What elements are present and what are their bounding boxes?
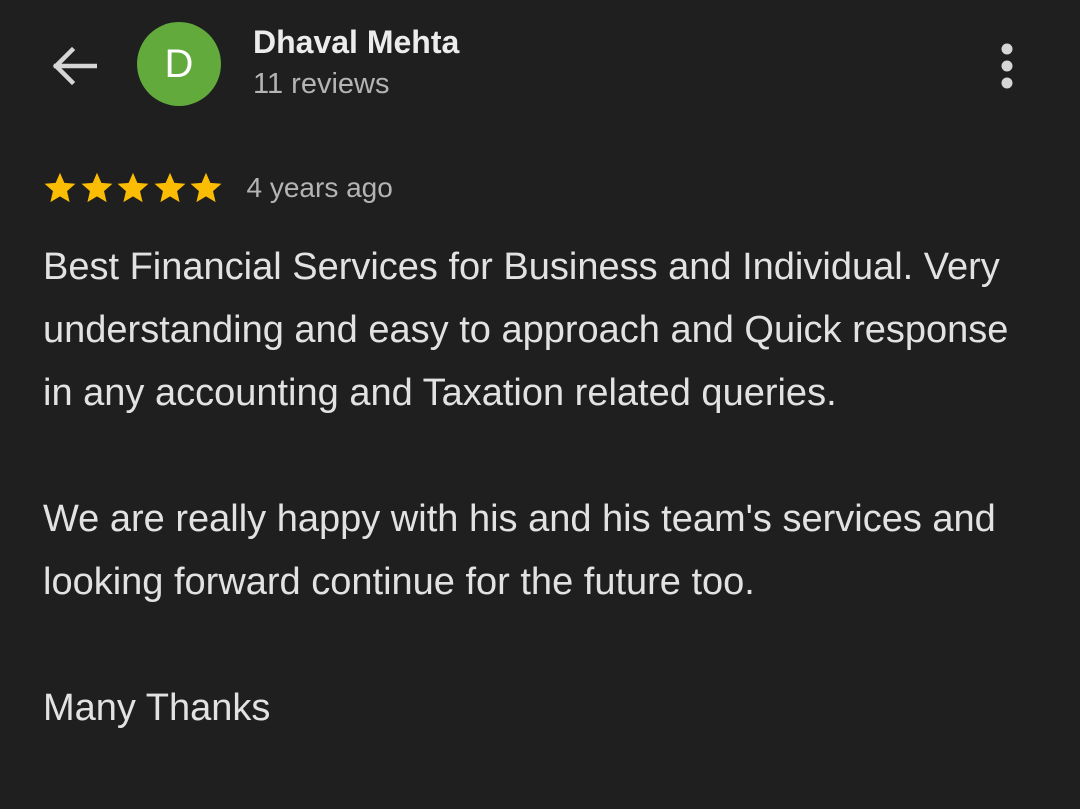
reviewer-name[interactable]: Dhaval Mehta <box>253 24 459 61</box>
star-rating <box>42 170 225 206</box>
more-vertical-icon <box>1001 43 1013 89</box>
review-paragraph: Many Thanks <box>43 687 271 729</box>
star-icon <box>81 172 112 203</box>
more-options-button[interactable] <box>982 36 1032 96</box>
back-button[interactable] <box>44 36 104 96</box>
review-count: 11 reviews <box>253 68 390 100</box>
star-icon <box>117 172 149 203</box>
review-time: 4 years ago <box>246 172 393 203</box>
rating-row: 4 years ago <box>42 166 393 210</box>
star-icon <box>154 172 185 203</box>
review-header: D Dhaval Mehta 11 reviews <box>0 0 1080 150</box>
star-icon <box>44 172 76 203</box>
review-paragraph: We are really happy with his and his tea… <box>43 498 996 603</box>
avatar[interactable]: D <box>137 22 221 106</box>
arrow-left-icon <box>52 46 97 86</box>
avatar-initial: D <box>164 41 194 86</box>
review-paragraph: Best Financial Services for Business and… <box>43 246 1009 414</box>
review-text: Best Financial Services for Business and… <box>43 236 1043 740</box>
star-icon <box>190 172 222 203</box>
